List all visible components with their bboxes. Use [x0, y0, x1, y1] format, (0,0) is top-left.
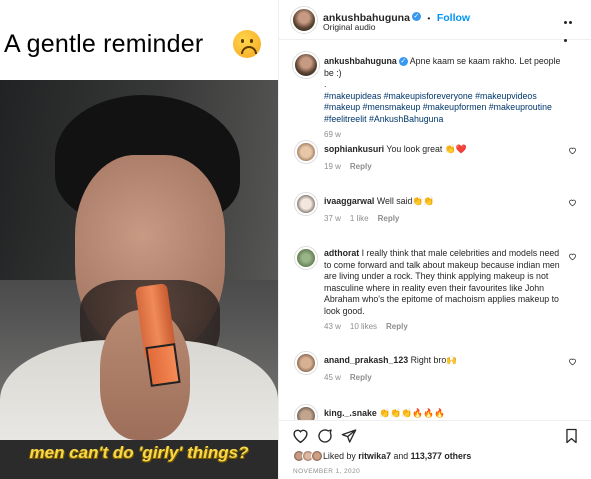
- liked-others-count[interactable]: 113,377 others: [411, 451, 472, 461]
- like-heart-icon[interactable]: [292, 428, 309, 444]
- post-actions: Liked by ritwika7 and 113,377 others NOV…: [279, 420, 591, 479]
- post-header: ankushbahuguna ✓ • Follow Original audio: [279, 0, 591, 42]
- reminder-banner: A gentle reminder: [0, 0, 278, 80]
- audio-link[interactable]: Original audio: [323, 22, 375, 32]
- comment-likes[interactable]: 1 like: [350, 214, 369, 223]
- comment-username[interactable]: king._.snake: [324, 408, 377, 418]
- like-comment-heart-icon[interactable]: [568, 357, 577, 366]
- reply-button[interactable]: Reply: [378, 214, 400, 223]
- caption-dot: .: [324, 79, 327, 89]
- caption-time: 69 w: [324, 130, 341, 139]
- commenter-avatar[interactable]: [295, 352, 317, 374]
- caption-hashtags[interactable]: #makeupideas #makeupisforeveryone #makeu…: [324, 91, 552, 124]
- follow-button[interactable]: Follow: [437, 12, 470, 24]
- author-avatar[interactable]: [293, 52, 319, 78]
- comment-text: 👏👏👏🔥🔥🔥: [379, 408, 445, 418]
- comment-likes[interactable]: 10 likes: [350, 322, 377, 331]
- comment-username[interactable]: adthorat: [324, 248, 359, 258]
- save-bookmark-icon[interactable]: [565, 428, 578, 444]
- commenter-avatar[interactable]: [295, 405, 317, 420]
- comment-text: You look great 👏❤️: [386, 144, 467, 154]
- post-date: NOVEMBER 1, 2020: [293, 468, 361, 475]
- reply-button[interactable]: Reply: [350, 162, 372, 171]
- likers-avatars: [293, 450, 323, 463]
- comment-time: 37 w: [324, 214, 341, 223]
- comment-text: I really think that male celebrities and…: [324, 248, 560, 316]
- likes-summary: Liked by ritwika7 and 113,377 others: [323, 451, 472, 461]
- like-comment-heart-icon[interactable]: [568, 146, 577, 155]
- comment-time: 43 w: [324, 322, 341, 331]
- verified-badge-icon: ✓: [411, 12, 421, 22]
- caption-username[interactable]: ankushbahuguna: [324, 56, 397, 66]
- reminder-heading: A gentle reminder: [4, 30, 204, 58]
- post-panel: ankushbahuguna ✓ • Follow Original audio …: [278, 0, 591, 479]
- comment-text: Well said👏👏: [376, 196, 435, 206]
- comment-time: 45 w: [324, 373, 341, 382]
- reply-button[interactable]: Reply: [350, 373, 372, 382]
- author-avatar[interactable]: [291, 7, 317, 33]
- verified-badge-icon: ✓: [398, 57, 408, 67]
- like-comment-heart-icon[interactable]: [568, 252, 577, 261]
- share-icon[interactable]: [341, 428, 357, 444]
- more-options-icon[interactable]: [564, 11, 578, 42]
- post-media[interactable]: A gentle reminder men can't do 'girly' t…: [0, 0, 278, 479]
- reply-button[interactable]: Reply: [386, 322, 408, 331]
- comment-username[interactable]: anand_prakash_123: [324, 355, 408, 365]
- commenter-avatar[interactable]: [295, 141, 317, 163]
- comments-list[interactable]: ankushbahuguna ✓ Apne kaam se kaam rakho.…: [279, 40, 591, 420]
- comment-username[interactable]: sophiankusuri: [324, 144, 384, 154]
- upside-down-face-icon: [233, 30, 261, 58]
- liked-by-user[interactable]: ritwika7: [358, 451, 391, 461]
- comment-icon[interactable]: [317, 428, 333, 444]
- like-comment-heart-icon[interactable]: [568, 198, 577, 207]
- comment-text: Right bro🙌: [410, 355, 458, 365]
- commenter-avatar[interactable]: [295, 193, 317, 215]
- commenter-avatar[interactable]: [295, 247, 317, 269]
- video-frame: [0, 80, 278, 479]
- comment-time: 19 w: [324, 162, 341, 171]
- video-caption: men can't do 'girly' things?: [29, 443, 249, 462]
- comment-username[interactable]: ivaaggarwal: [324, 196, 374, 206]
